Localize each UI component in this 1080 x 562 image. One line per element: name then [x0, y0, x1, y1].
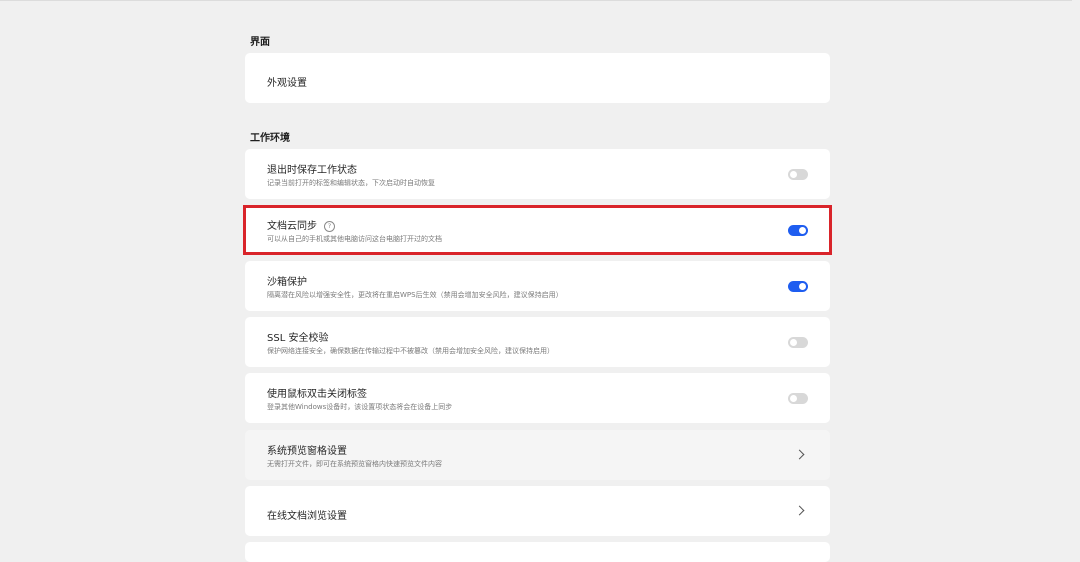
- doc-cloud-sync-item: 文档云同步? 可以从自己的手机或其他电脑访问这台电脑打开过的文档: [245, 205, 830, 255]
- scrollbar[interactable]: [1072, 0, 1080, 547]
- double-click-close-tab-desc: 登录其他Windows设备时，该设置项状态将会在设备上同步: [267, 403, 453, 411]
- section-title-interface: 界面: [250, 37, 270, 48]
- doc-cloud-sync-label: 文档云同步: [267, 221, 317, 232]
- chevron-right-icon: [794, 449, 805, 460]
- double-click-close-tab-toggle[interactable]: [788, 393, 808, 404]
- online-doc-browse-settings-item[interactable]: 在线文档浏览设置: [245, 486, 830, 536]
- chevron-right-icon: [794, 505, 805, 516]
- ssl-check-label: SSL 安全校验: [267, 333, 329, 344]
- doc-cloud-sync-label-row: 文档云同步?: [267, 217, 335, 232]
- ssl-check-desc: 保护网络连接安全，确保数据在传输过程中不被篡改（禁用会增加安全风险，建议保持启用…: [267, 347, 554, 355]
- save-work-state-item: 退出时保存工作状态 记录当前打开的标签和编辑状态，下次启动时自动恢复: [245, 149, 830, 199]
- doc-cloud-sync-desc: 可以从自己的手机或其他电脑访问这台电脑打开过的文档: [267, 235, 442, 243]
- sandbox-protection-item: 沙箱保护 隔离潜在风险以增强安全性，更改将在重启WPS后生效（禁用会增加安全风险…: [245, 261, 830, 311]
- double-click-close-tab-label: 使用鼠标双击关闭标签: [267, 389, 367, 400]
- double-click-close-tab-item: 使用鼠标双击关闭标签 登录其他Windows设备时，该设置项状态将会在设备上同步: [245, 373, 830, 423]
- help-icon[interactable]: ?: [324, 221, 335, 232]
- next-settings-item[interactable]: [245, 542, 830, 562]
- preview-pane-settings-item[interactable]: 系统预览窗格设置 无需打开文件，即可在系统预览窗格内快速预览文件内容: [245, 430, 830, 480]
- preview-pane-settings-label: 系统预览窗格设置: [267, 446, 347, 457]
- section-title-work-env: 工作环境: [250, 133, 290, 144]
- sandbox-protection-desc: 隔离潜在风险以增强安全性，更改将在重启WPS后生效（禁用会增加安全风险，建议保持…: [267, 291, 563, 299]
- sandbox-protection-toggle[interactable]: [788, 281, 808, 292]
- doc-cloud-sync-toggle[interactable]: [788, 225, 808, 236]
- appearance-settings-item[interactable]: 外观设置: [245, 53, 830, 103]
- ssl-check-toggle[interactable]: [788, 337, 808, 348]
- window-top-border: [0, 0, 1080, 1]
- sandbox-protection-label: 沙箱保护: [267, 277, 307, 288]
- save-work-state-desc: 记录当前打开的标签和编辑状态，下次启动时自动恢复: [267, 179, 435, 187]
- save-work-state-label: 退出时保存工作状态: [267, 165, 357, 176]
- appearance-settings-label: 外观设置: [267, 78, 307, 89]
- save-work-state-toggle[interactable]: [788, 169, 808, 180]
- ssl-check-item: SSL 安全校验 保护网络连接安全，确保数据在传输过程中不被篡改（禁用会增加安全…: [245, 317, 830, 367]
- preview-pane-settings-desc: 无需打开文件，即可在系统预览窗格内快速预览文件内容: [267, 460, 442, 468]
- online-doc-browse-settings-label: 在线文档浏览设置: [267, 511, 347, 522]
